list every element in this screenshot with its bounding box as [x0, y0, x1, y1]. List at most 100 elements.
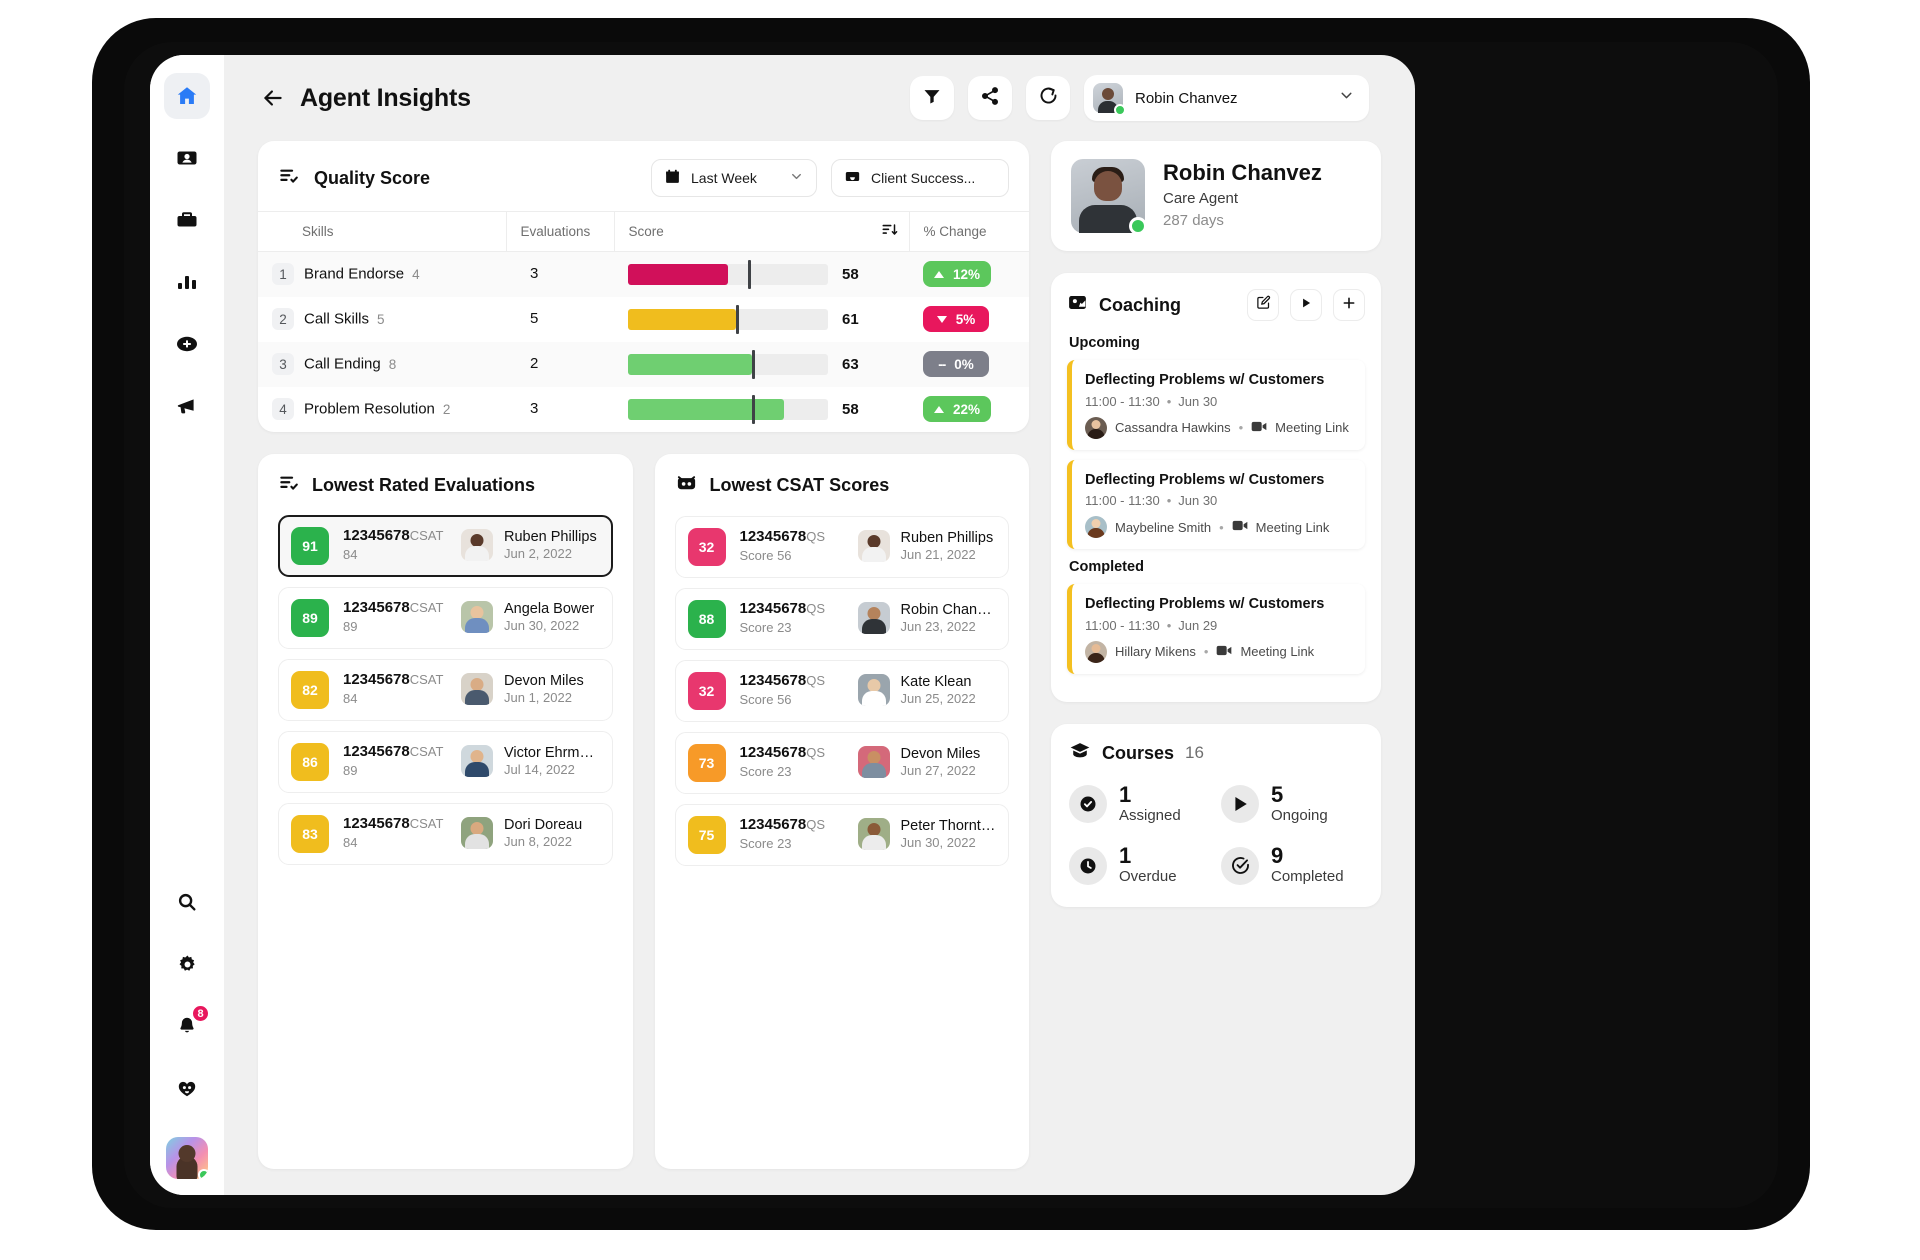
coaching-session[interactable]: Deflecting Problems w/ Customers 11:00 - … [1067, 360, 1365, 450]
cell-skill: 1 Brand Endorse 4 [258, 251, 506, 297]
refresh-button[interactable] [1026, 76, 1070, 120]
column-header-skills[interactable]: Skills [258, 211, 507, 252]
coach-avatar [1085, 516, 1107, 539]
column-header-change[interactable]: % Change [909, 211, 1029, 252]
person-thumbnail [857, 674, 890, 707]
course-stat[interactable]: 5 Ongoing [1221, 783, 1363, 826]
table-row[interactable]: 2 Call Skills 5 5 61 5% [258, 297, 1029, 342]
person-date: Jun 30, 2022 [900, 835, 976, 851]
chevron-down-icon [789, 169, 804, 187]
page-title: Agent Insights [300, 83, 471, 112]
megaphone-icon [175, 394, 199, 418]
lowest-rated-header: Lowest Rated Evaluations [278, 472, 613, 499]
sidebar-item-work[interactable] [164, 197, 210, 243]
evaluation-id: 12345678 [343, 815, 410, 833]
cell-skill: 2 Call Skills 5 [258, 297, 506, 342]
briefcase-icon [175, 208, 199, 232]
agent-tenure: 287 days [1163, 212, 1224, 230]
calendar-icon [664, 168, 681, 188]
course-stat[interactable]: 1 Assigned [1069, 783, 1211, 826]
course-stat-label: Assigned [1119, 806, 1181, 824]
coaching-add-button[interactable] [1333, 289, 1365, 321]
column-header-score[interactable]: Score [614, 211, 910, 252]
evaluation-id: 12345678 [739, 672, 807, 690]
screen-root: 8 Agent Insights Robin Chanvez Quality S… [0, 0, 1920, 1260]
sidebar-item-settings[interactable] [164, 941, 210, 987]
online-status-dot [198, 1169, 208, 1179]
table-row[interactable]: 3 Call Ending 8 2 63 -- 0% [258, 341, 1029, 387]
filter-icon [922, 86, 942, 111]
meeting-link[interactable]: Meeting Link [1256, 520, 1330, 535]
list-item[interactable]: 91 12345678CSAT 84 Ruben Phillips Jun 2, 20… [278, 514, 613, 577]
list-check-icon [278, 165, 300, 192]
team-filter-select[interactable]: Client Success... [831, 159, 1009, 197]
coaching-session[interactable]: Deflecting Problems w/ Customers 11:00 - … [1067, 584, 1365, 674]
coaching-play-button[interactable] [1290, 289, 1322, 321]
score-bar-fill [628, 263, 728, 285]
arrow-left-icon[interactable] [260, 85, 286, 111]
coach-avatar [1085, 640, 1107, 663]
course-stat-text: 5 Ongoing [1271, 783, 1328, 826]
coaching-title: Coaching [1099, 294, 1182, 315]
agent-profile-card: Robin Chanvez Care Agent 287 days [1051, 141, 1381, 251]
item-person: Kate Klean Jun 25, 2022 [857, 673, 997, 708]
sidebar-item-search[interactable] [164, 879, 210, 925]
meeting-link[interactable]: Meeting Link [1240, 644, 1314, 659]
user-name: Robin Chanvez [1135, 89, 1238, 107]
column-header-evaluations[interactable]: Evaluations [506, 211, 615, 252]
list-item[interactable]: 32 12345678QS Score 56 Kate Klean Jun 25, 2… [674, 659, 1009, 722]
course-stat[interactable]: 1 Overdue [1069, 844, 1211, 887]
score-value: 58 [842, 265, 859, 283]
person-info: Angela Bower Jun 30, 2022 [504, 600, 594, 635]
separator-dot: • [1166, 493, 1172, 509]
notification-badge: 8 [191, 1004, 210, 1023]
list-item[interactable]: 32 12345678QS Score 56 Ruben Phillips Jun 2… [674, 515, 1009, 578]
person-thumbnail [857, 818, 890, 851]
heart-headset-icon [175, 1076, 199, 1100]
coaching-icon [1067, 292, 1088, 318]
sort-desc-icon[interactable] [881, 221, 899, 242]
course-stat[interactable]: 9 Completed [1221, 844, 1363, 887]
share-button[interactable] [968, 76, 1012, 120]
cell-score: 63 [614, 341, 909, 387]
coaching-session[interactable]: Deflecting Problems w/ Customers 11:00 - … [1067, 459, 1365, 550]
list-item[interactable]: 86 12345678CSAT 89 Victor Ehrma... Jul 14, … [278, 730, 613, 793]
person-info: Ruben Phillips Jun 21, 2022 [901, 529, 994, 564]
change-badge: 22% [923, 396, 992, 422]
list-item[interactable]: 73 12345678QS Score 23 Devon Miles Jun 27, … [674, 731, 1009, 794]
separator-dot: • [1219, 519, 1224, 535]
session-title: Deflecting Problems w/ Customers [1085, 372, 1325, 388]
table-row[interactable]: 1 Brand Endorse 4 3 58 12% [258, 251, 1029, 297]
table-row[interactable]: 4 Problem Resolution 2 3 58 22% [258, 387, 1029, 432]
list-item[interactable]: 89 12345678CSAT 89 Angela Bower Jun 30, 202… [278, 586, 613, 649]
meeting-link[interactable]: Meeting Link [1275, 420, 1349, 435]
sidebar-item-announcements[interactable] [164, 383, 210, 429]
item-identity: 12345678CSAT 89 [343, 743, 447, 780]
person-thumbnail [461, 529, 493, 562]
score-badge: 75 [687, 815, 726, 854]
coaching-upcoming-list: Deflecting Problems w/ Customers 11:00 - … [1067, 360, 1365, 550]
table-header-row: Skills Evaluations Score % Change [258, 211, 1029, 252]
sidebar-item-home[interactable] [164, 73, 210, 119]
sidebar-item-contacts[interactable] [164, 135, 210, 181]
sidebar-item-analytics[interactable] [164, 259, 210, 305]
list-item[interactable]: 75 12345678QS Score 23 Peter Thornton Jun 3… [674, 803, 1009, 866]
avatar[interactable] [166, 1137, 208, 1179]
person-date: Jul 14, 2022 [504, 762, 575, 778]
filter-button[interactable] [910, 76, 954, 120]
sidebar-item-support[interactable] [164, 1065, 210, 1111]
list-item[interactable]: 83 12345678CSAT 84 Dori Doreau Jun 8, 2022 [278, 802, 613, 865]
skill-count: 4 [412, 266, 420, 282]
user-menu[interactable]: Robin Chanvez [1084, 75, 1369, 121]
item-identity: 12345678CSAT 84 [343, 527, 447, 564]
coaching-edit-button[interactable] [1247, 289, 1279, 321]
skill-name: Call Ending [304, 355, 381, 373]
score-bar-fill [628, 398, 784, 420]
sidebar-item-add[interactable] [164, 321, 210, 367]
list-item[interactable]: 82 12345678CSAT 84 Devon Miles Jun 1, 2022 [278, 658, 613, 721]
list-item[interactable]: 88 12345678QS Score 23 Robin Chanvez Jun 23… [674, 587, 1009, 650]
sidebar-item-notifications[interactable]: 8 [164, 1003, 210, 1049]
period-filter-select[interactable]: Last Week [651, 159, 817, 197]
table-body: 1 Brand Endorse 4 3 58 12% 2 Call Skills 5 5 61 5% 3… [258, 251, 1029, 432]
evaluation-id: 12345678 [343, 671, 410, 689]
